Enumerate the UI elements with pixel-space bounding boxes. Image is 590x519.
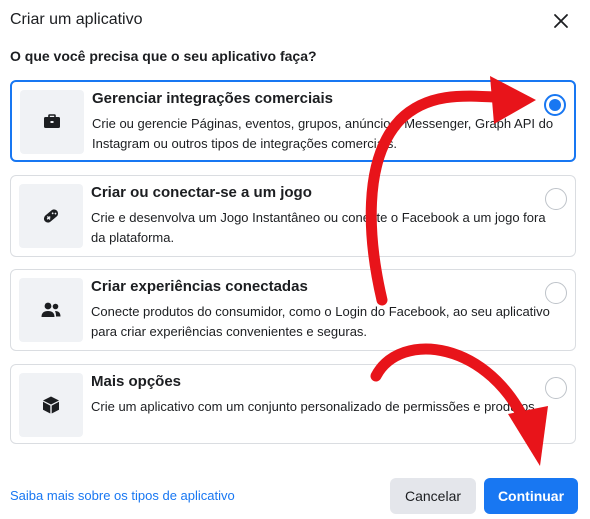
option-title: Gerenciar integrações comerciais (92, 90, 333, 107)
briefcase-icon (20, 90, 84, 154)
radio-unselected[interactable] (545, 282, 567, 304)
radio-selected[interactable] (544, 94, 566, 116)
option-description: Crie e desenvolva um Jogo Instantâneo ou… (91, 210, 546, 245)
option-description: Crie um aplicativo com um conjunto perso… (91, 399, 539, 414)
dialog-header: Criar um aplicativo (10, 10, 580, 34)
close-icon[interactable] (550, 10, 572, 32)
option-game[interactable]: Criar ou conectar-se a um jogo Crie e de… (10, 175, 576, 257)
question-heading: O que você precisa que o seu aplicativo … (10, 48, 317, 64)
option-business-integrations[interactable]: Gerenciar integrações comerciais Crie ou… (10, 80, 576, 162)
option-description: Crie ou gerencie Páginas, eventos, grupo… (92, 116, 554, 151)
option-title: Criar ou conectar-se a um jogo (91, 184, 312, 201)
dialog-title: Criar um aplicativo (10, 11, 143, 28)
continue-button[interactable]: Continuar (484, 478, 578, 514)
learn-more-link[interactable]: Saiba mais sobre os tipos de aplicativo (10, 488, 235, 503)
cube-icon (19, 373, 83, 437)
option-connected-experiences[interactable]: Criar experiências conectadas Conecte pr… (10, 269, 576, 351)
radio-unselected[interactable] (545, 377, 567, 399)
option-more-options[interactable]: Mais opções Crie um aplicativo com um co… (10, 364, 576, 444)
radio-unselected[interactable] (545, 188, 567, 210)
gamepad-icon (19, 184, 83, 248)
option-title: Criar experiências conectadas (91, 278, 308, 295)
option-title: Mais opções (91, 373, 182, 390)
option-description: Conecte produtos do consumidor, como o L… (91, 304, 550, 339)
cancel-button[interactable]: Cancelar (390, 478, 476, 514)
people-icon (19, 278, 83, 342)
